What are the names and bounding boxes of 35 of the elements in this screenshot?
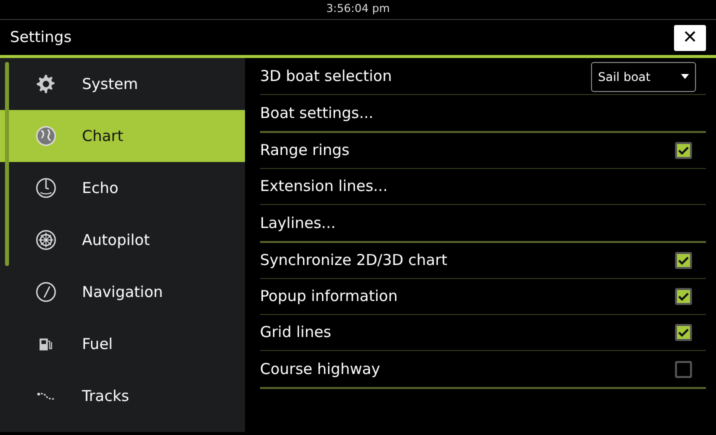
setting-label: Popup information bbox=[260, 286, 398, 308]
window-title: Settings bbox=[10, 27, 72, 48]
setting-label: Synchronize 2D/3D chart bbox=[260, 250, 448, 272]
checkbox[interactable] bbox=[675, 142, 692, 159]
setting-label: Range rings bbox=[260, 140, 350, 162]
caret-icon bbox=[681, 74, 689, 79]
sidebar-item[interactable]: Fuel bbox=[0, 318, 245, 370]
sidebar-item[interactable]: Tracks bbox=[0, 370, 245, 422]
check-icon bbox=[678, 292, 689, 301]
settings-link[interactable]: Boat settings... bbox=[260, 102, 374, 124]
scroll-bar[interactable] bbox=[5, 62, 9, 266]
sidebar-item[interactable]: Autopilot bbox=[0, 214, 245, 266]
close-button[interactable]: ✕ bbox=[674, 24, 706, 50]
checkbox[interactable] bbox=[675, 324, 692, 341]
check-icon bbox=[678, 146, 689, 155]
boat-dropdown[interactable]: Sail boat bbox=[591, 62, 696, 92]
setting-label: Course highway bbox=[260, 358, 380, 380]
helm-wheel-icon bbox=[35, 229, 57, 251]
settings-link[interactable]: Extension lines... bbox=[260, 175, 388, 198]
gear-icon bbox=[35, 73, 57, 95]
sidebar-item[interactable]: Chart bbox=[0, 110, 245, 162]
checkbox[interactable] bbox=[675, 360, 692, 378]
setting-label: 3D boat selection bbox=[260, 66, 392, 88]
check-icon bbox=[678, 256, 689, 265]
compass-icon bbox=[35, 281, 57, 303]
check-icon bbox=[678, 328, 689, 337]
settings-link[interactable]: Laylines... bbox=[260, 212, 336, 234]
sidebar-item[interactable]: Navigation bbox=[0, 266, 245, 318]
sidebar-item[interactable]: Echo bbox=[0, 162, 245, 214]
sidebar-item[interactable]: System bbox=[0, 58, 245, 110]
checkbox[interactable] bbox=[675, 288, 692, 305]
globe-icon bbox=[35, 125, 57, 147]
checkbox[interactable] bbox=[675, 252, 692, 269]
setting-label: Grid lines bbox=[260, 322, 332, 344]
clock-time: 3:56:04 pm bbox=[326, 1, 390, 18]
